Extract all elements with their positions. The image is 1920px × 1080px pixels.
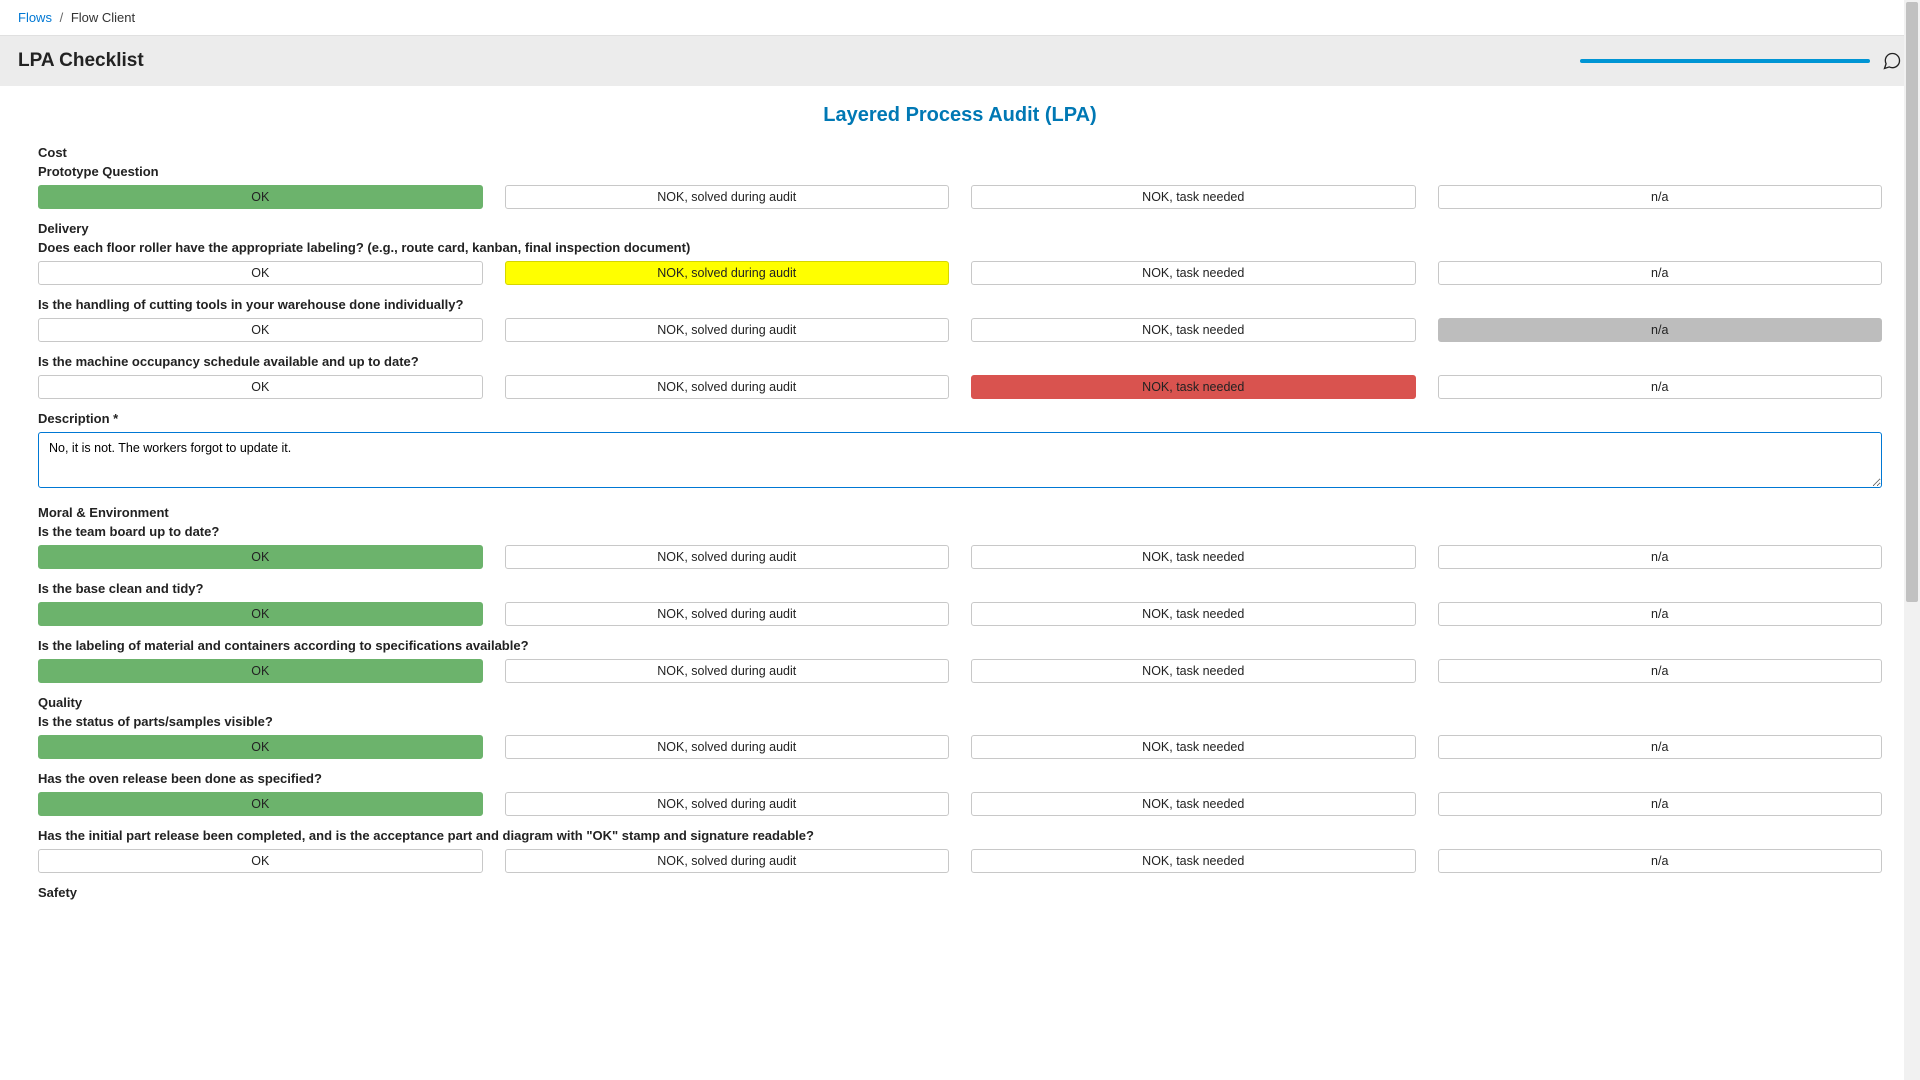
question-label: Does each floor roller have the appropri… [10, 240, 1910, 255]
option-na[interactable]: n/a [1438, 261, 1883, 285]
scrollbar-thumb[interactable] [1906, 2, 1918, 602]
comment-icon[interactable] [1882, 51, 1902, 71]
section-title: Safety [10, 885, 1910, 900]
option-nok-solved[interactable]: NOK, solved during audit [505, 185, 950, 209]
option-nok-task[interactable]: NOK, task needed [971, 849, 1416, 873]
question-label: Is the handling of cutting tools in your… [10, 297, 1910, 312]
option-nok-task[interactable]: NOK, task needed [971, 261, 1416, 285]
option-nok-solved[interactable]: NOK, solved during audit [505, 318, 950, 342]
option-ok[interactable]: OK [38, 659, 483, 683]
option-nok-task[interactable]: NOK, task needed [971, 375, 1416, 399]
option-nok-solved[interactable]: NOK, solved during audit [505, 261, 950, 285]
option-nok-task[interactable]: NOK, task needed [971, 318, 1416, 342]
question-label: Has the oven release been done as specif… [10, 771, 1910, 786]
options-row: OK NOK, solved during audit NOK, task need… [10, 318, 1910, 342]
option-ok[interactable]: OK [38, 185, 483, 209]
question-label: Is the status of parts/samples visible? [10, 714, 1910, 729]
description-label: Description * [10, 411, 1910, 426]
form-main-title: Layered Process Audit (LPA) [10, 104, 1910, 127]
option-ok[interactable]: OK [38, 735, 483, 759]
options-row: OK NOK, solved during audit NOK, task need… [10, 545, 1910, 569]
question-label: Prototype Question [10, 164, 1910, 179]
progress-bar [1580, 59, 1870, 63]
options-row: OK NOK, solved during audit NOK, task need… [10, 659, 1910, 683]
option-nok-task[interactable]: NOK, task needed [971, 602, 1416, 626]
option-ok[interactable]: OK [38, 792, 483, 816]
options-row: OK NOK, solved during audit NOK, task need… [10, 375, 1910, 399]
breadcrumb-current: Flow Client [71, 10, 135, 25]
section-title: Quality [10, 695, 1910, 710]
option-ok[interactable]: OK [38, 261, 483, 285]
option-nok-task[interactable]: NOK, task needed [971, 545, 1416, 569]
option-na[interactable]: n/a [1438, 849, 1883, 873]
option-na[interactable]: n/a [1438, 602, 1883, 626]
option-ok[interactable]: OK [38, 318, 483, 342]
header-bar: LPA Checklist [0, 36, 1920, 86]
description-textarea[interactable] [38, 432, 1882, 488]
option-nok-solved[interactable]: NOK, solved during audit [505, 792, 950, 816]
breadcrumb: Flows / Flow Client [0, 0, 1920, 36]
option-nok-solved[interactable]: NOK, solved during audit [505, 375, 950, 399]
option-ok[interactable]: OK [38, 602, 483, 626]
question-label: Is the team board up to date? [10, 524, 1910, 539]
question-label: Has the initial part release been comple… [10, 828, 1910, 843]
section-title: Cost [10, 145, 1910, 160]
option-nok-task[interactable]: NOK, task needed [971, 792, 1416, 816]
section-title: Moral & Environment [10, 505, 1910, 520]
option-nok-solved[interactable]: NOK, solved during audit [505, 545, 950, 569]
option-nok-solved[interactable]: NOK, solved during audit [505, 659, 950, 683]
option-nok-task[interactable]: NOK, task needed [971, 659, 1416, 683]
form-card: Layered Process Audit (LPA) Cost Prototyp… [10, 86, 1910, 944]
option-na[interactable]: n/a [1438, 545, 1883, 569]
question-label: Is the base clean and tidy? [10, 581, 1910, 596]
options-row: OK NOK, solved during audit NOK, task need… [10, 849, 1910, 873]
page-title: LPA Checklist [18, 50, 144, 72]
breadcrumb-separator: / [60, 10, 64, 25]
options-row: OK NOK, solved during audit NOK, task need… [10, 735, 1910, 759]
option-na[interactable]: n/a [1438, 659, 1883, 683]
options-row: OK NOK, solved during audit NOK, task need… [10, 792, 1910, 816]
option-na[interactable]: n/a [1438, 318, 1883, 342]
scrollbar-track[interactable] [1904, 0, 1920, 1080]
option-nok-solved[interactable]: NOK, solved during audit [505, 602, 950, 626]
question-label: Is the labeling of material and containe… [10, 638, 1910, 653]
section-title: Delivery [10, 221, 1910, 236]
option-nok-task[interactable]: NOK, task needed [971, 735, 1416, 759]
options-row: OK NOK, solved during audit NOK, task need… [10, 261, 1910, 285]
option-nok-solved[interactable]: NOK, solved during audit [505, 735, 950, 759]
option-na[interactable]: n/a [1438, 375, 1883, 399]
options-row: OK NOK, solved during audit NOK, task need… [10, 602, 1910, 626]
option-na[interactable]: n/a [1438, 185, 1883, 209]
option-nok-solved[interactable]: NOK, solved during audit [505, 849, 950, 873]
option-nok-task[interactable]: NOK, task needed [971, 185, 1416, 209]
options-row: OK NOK, solved during audit NOK, task need… [10, 185, 1910, 209]
option-na[interactable]: n/a [1438, 735, 1883, 759]
option-ok[interactable]: OK [38, 545, 483, 569]
question-label: Is the machine occupancy schedule availa… [10, 354, 1910, 369]
option-ok[interactable]: OK [38, 849, 483, 873]
option-na[interactable]: n/a [1438, 792, 1883, 816]
option-ok[interactable]: OK [38, 375, 483, 399]
breadcrumb-root-link[interactable]: Flows [18, 10, 52, 25]
